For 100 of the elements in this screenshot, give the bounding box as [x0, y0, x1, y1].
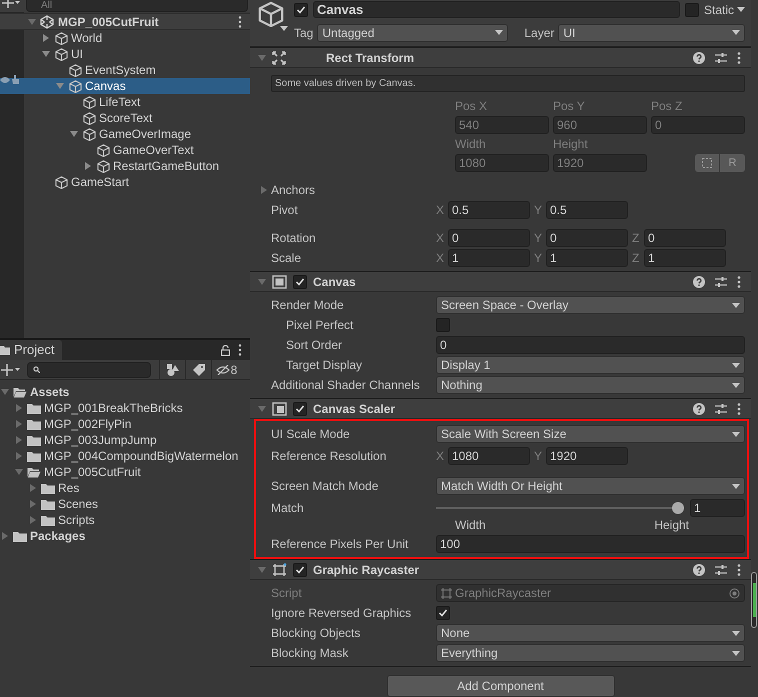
preset-icon[interactable]: [715, 564, 727, 576]
number-field[interactable]: 0: [436, 336, 745, 354]
dropdown[interactable]: Everything: [436, 644, 745, 662]
number-field[interactable]: 0: [546, 229, 628, 247]
dropdown[interactable]: Display 1: [436, 356, 745, 374]
hierarchy-item[interactable]: LifeText: [0, 94, 250, 110]
component-header[interactable]: Graphic Raycaster: [250, 560, 751, 580]
static-checkbox[interactable]: [684, 2, 699, 16]
dropdown[interactable]: None: [436, 624, 745, 642]
component-header[interactable]: Canvas: [250, 272, 751, 292]
hierarchy-item[interactable]: GameOverText: [0, 142, 250, 158]
tag-dropdown[interactable]: Untagged: [317, 24, 508, 42]
kebab-menu-icon[interactable]: [737, 564, 741, 576]
number-field[interactable]: 0: [644, 229, 726, 247]
hierarchy-item[interactable]: UI: [0, 46, 250, 62]
component-header[interactable]: Rect Transform: [250, 48, 751, 68]
caret-icon[interactable]: [42, 34, 50, 42]
project-folder[interactable]: Scenes: [0, 496, 250, 512]
layer-dropdown[interactable]: UI: [558, 24, 745, 42]
caret-icon[interactable]: [70, 130, 78, 138]
dropdown[interactable]: Match Width Or Height: [436, 477, 745, 495]
checkbox[interactable]: [436, 606, 450, 620]
anchors-foldout[interactable]: Anchors: [250, 180, 751, 200]
add-component-button[interactable]: Add Component: [386, 675, 614, 697]
search-field[interactable]: [27, 362, 151, 378]
checkmark-icon: [296, 4, 306, 14]
dropdown[interactable]: Scale With Screen Size: [436, 425, 745, 443]
component-checkbox[interactable]: [293, 274, 307, 288]
shapes-icon[interactable]: [166, 364, 178, 376]
project-folder[interactable]: Res: [0, 480, 250, 496]
folder-icon: [41, 498, 55, 510]
folder-icon: [41, 514, 55, 526]
checkbox[interactable]: [436, 318, 450, 332]
caret-icon[interactable]: [84, 162, 92, 170]
hierarchy-item[interactable]: EventSystem: [0, 62, 250, 78]
number-field[interactable]: 1: [690, 499, 745, 517]
eye-icon[interactable]: [0, 76, 10, 84]
hierarchy-item[interactable]: Canvas: [0, 78, 250, 94]
kebab-menu-icon[interactable]: [737, 52, 741, 64]
number-field[interactable]: 0.5: [546, 201, 628, 219]
project-folder[interactable]: Scripts: [0, 512, 250, 528]
dropdown[interactable]: Screen Space - Overlay: [436, 296, 745, 314]
project-folder[interactable]: Packages: [0, 528, 250, 544]
slider-track[interactable]: [436, 502, 684, 514]
component-checkbox[interactable]: [293, 402, 307, 416]
add-icon[interactable]: [2, 0, 20, 8]
project-folder[interactable]: MGP_005CutFruit: [0, 464, 250, 480]
help-icon[interactable]: [693, 402, 705, 414]
project-tab[interactable]: Project: [0, 340, 62, 360]
add-icon[interactable]: [1, 364, 21, 376]
number-field[interactable]: 1: [644, 249, 726, 267]
number-field[interactable]: 100: [436, 535, 745, 553]
hierarchy-item[interactable]: ScoreText: [0, 110, 250, 126]
preset-icon[interactable]: [715, 402, 727, 414]
hand-icon[interactable]: [11, 75, 21, 84]
project-folder[interactable]: MGP_002FlyPin: [0, 416, 250, 432]
dropdown-arrow-icon: [732, 302, 740, 308]
hierarchy-item[interactable]: RestartGameButton: [0, 158, 250, 174]
caret-icon[interactable]: [42, 50, 50, 58]
project-folder[interactable]: MGP_003JumpJump: [0, 432, 250, 448]
property-label: Script: [270, 585, 303, 602]
lock-icon[interactable]: [221, 344, 230, 356]
hierarchy-item[interactable]: GameOverImage: [0, 126, 250, 142]
tag-icon[interactable]: [192, 364, 204, 376]
unity-logo-icon: [40, 14, 54, 28]
hidden-eye-icon[interactable]: [216, 364, 230, 374]
static-dropdown[interactable]: Static: [704, 0, 745, 18]
help-icon[interactable]: [693, 52, 705, 64]
project-folder[interactable]: MGP_001BreakTheBricks: [0, 400, 250, 416]
scene-row[interactable]: MGP_005CutFruit: [0, 13, 250, 30]
project-folder[interactable]: Assets: [0, 384, 250, 400]
kebab-menu-icon[interactable]: [737, 402, 741, 414]
search-field[interactable]: All: [26, 0, 248, 12]
component-header[interactable]: Canvas Scaler: [250, 399, 751, 419]
help-icon[interactable]: [693, 276, 705, 288]
project-folder[interactable]: MGP_004CompoundBigWatermelon: [0, 448, 250, 464]
help-icon[interactable]: [693, 564, 705, 576]
object-name-field[interactable]: Canvas: [313, 1, 680, 18]
number-field[interactable]: 1: [546, 249, 628, 267]
kebab-menu-icon[interactable]: [238, 16, 242, 28]
number-field[interactable]: 1920: [546, 447, 628, 465]
number-field[interactable]: 0.5: [448, 201, 530, 219]
preset-icon[interactable]: [715, 52, 727, 64]
component-checkbox[interactable]: [293, 562, 307, 576]
cube-icon: [55, 176, 68, 188]
number-field[interactable]: 1080: [448, 447, 530, 465]
scrollbar-thumb[interactable]: [751, 572, 757, 628]
slider-handle[interactable]: [672, 502, 684, 514]
active-checkbox[interactable]: [294, 2, 308, 16]
blueprint-mode-button[interactable]: [695, 154, 719, 172]
preset-icon[interactable]: [715, 276, 727, 288]
kebab-menu-icon[interactable]: [238, 344, 242, 356]
property-label: Rotation: [270, 230, 317, 247]
kebab-menu-icon[interactable]: [737, 276, 741, 288]
hierarchy-item[interactable]: World: [0, 30, 250, 46]
field-label: Pos Y: [553, 98, 586, 115]
dropdown[interactable]: Nothing: [436, 376, 745, 394]
number-field[interactable]: 0: [448, 229, 530, 247]
number-field[interactable]: 1: [448, 249, 530, 267]
hierarchy-item[interactable]: GameStart: [0, 174, 250, 190]
